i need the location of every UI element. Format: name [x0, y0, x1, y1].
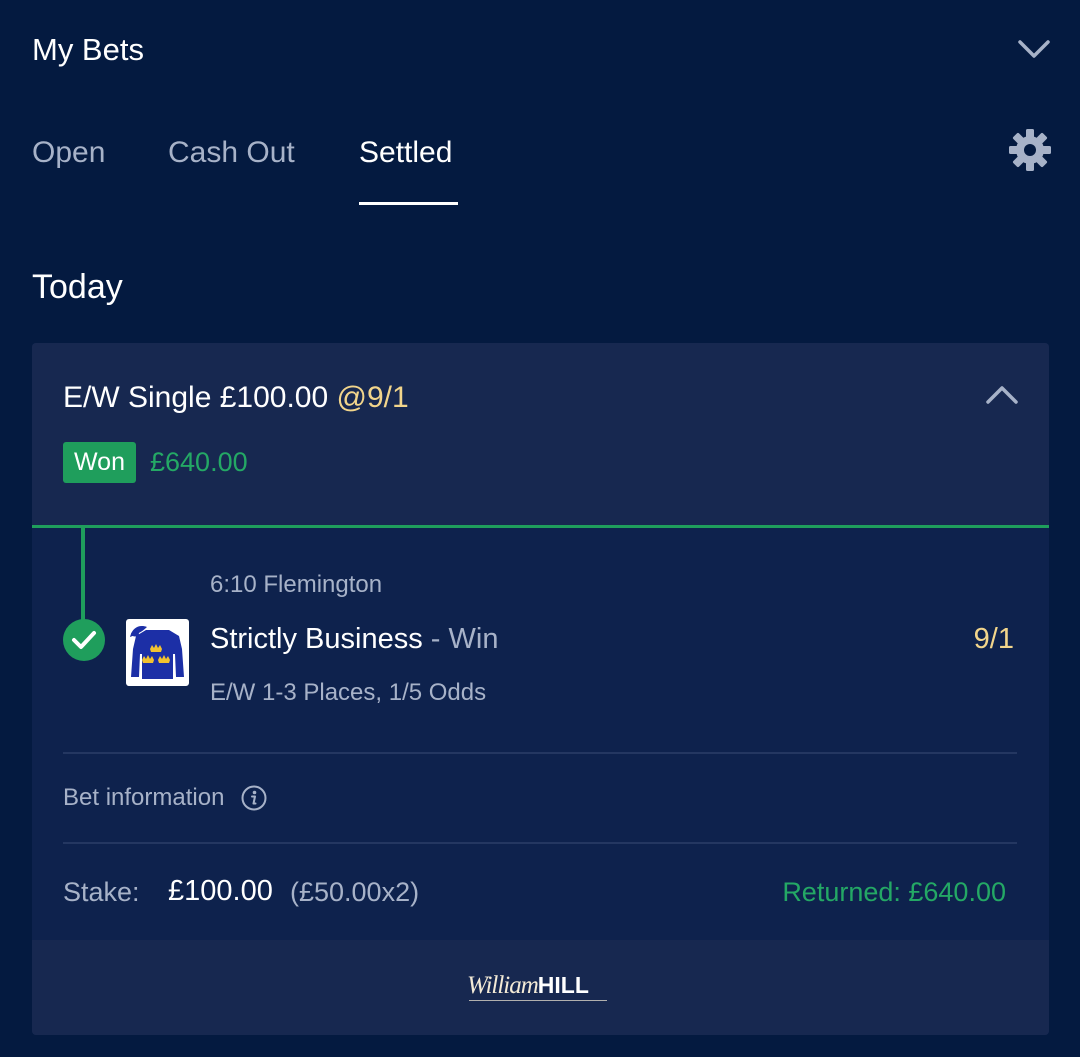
- result-line: [81, 528, 85, 628]
- bet-type-stake: E/W Single £100.00: [63, 381, 329, 414]
- bet-information-link[interactable]: Bet information: [63, 784, 267, 818]
- page-title: My Bets: [32, 32, 144, 67]
- winnings-amount: £640.00: [150, 447, 248, 477]
- selection-odds: 9/1: [973, 623, 1014, 655]
- race-time: 6:10 Flemington: [210, 571, 383, 598]
- bet-card-header[interactable]: E/W Single £100.00 @9/1 Won £640.00: [32, 343, 1049, 528]
- info-icon[interactable]: [241, 785, 267, 811]
- horse-name: Strictly Business: [210, 623, 423, 655]
- bet-information-label: Bet information: [63, 784, 225, 811]
- bet-title: E/W Single £100.00 @9/1: [63, 381, 409, 415]
- tab-cash-out[interactable]: Cash Out: [168, 136, 295, 170]
- tab-open[interactable]: Open: [32, 136, 105, 170]
- active-tab-indicator: [359, 202, 458, 205]
- stake-value: £100.00: [168, 875, 273, 907]
- returned-amount: Returned: £640.00: [782, 877, 1006, 907]
- william-hill-logo: WilliamHILL: [467, 972, 607, 1004]
- each-way-terms: E/W 1-3 Places, 1/5 Odds: [210, 679, 487, 706]
- my-bets-header: My Bets: [32, 30, 1052, 76]
- jockey-silks-icon: [126, 619, 189, 686]
- status-badge: Won: [63, 442, 136, 483]
- divider: [63, 752, 1017, 754]
- card-footer: WilliamHILL: [32, 940, 1049, 1035]
- market-name: - Win: [422, 623, 499, 655]
- chevron-up-icon[interactable]: [985, 383, 1019, 407]
- check-circle-icon: [63, 619, 105, 661]
- gear-icon[interactable]: [1008, 128, 1052, 172]
- section-title-today: Today: [32, 268, 123, 306]
- bet-card: E/W Single £100.00 @9/1 Won £640.00 6:10…: [32, 343, 1049, 1035]
- logo-bold: HILL: [537, 972, 589, 998]
- tab-settled[interactable]: Settled: [359, 136, 452, 170]
- chevron-down-icon[interactable]: [1016, 36, 1052, 64]
- selection-name: Strictly Business - Win: [210, 623, 498, 656]
- divider: [63, 842, 1017, 844]
- logo-script: William: [467, 972, 539, 999]
- bet-odds: @9/1: [336, 381, 409, 414]
- bet-tabs: Open Cash Out Settled: [32, 129, 1052, 212]
- logo-underline: [469, 1000, 607, 1001]
- stake-label: Stake:: [63, 877, 140, 907]
- stake-breakdown: (£50.00x2): [290, 877, 420, 907]
